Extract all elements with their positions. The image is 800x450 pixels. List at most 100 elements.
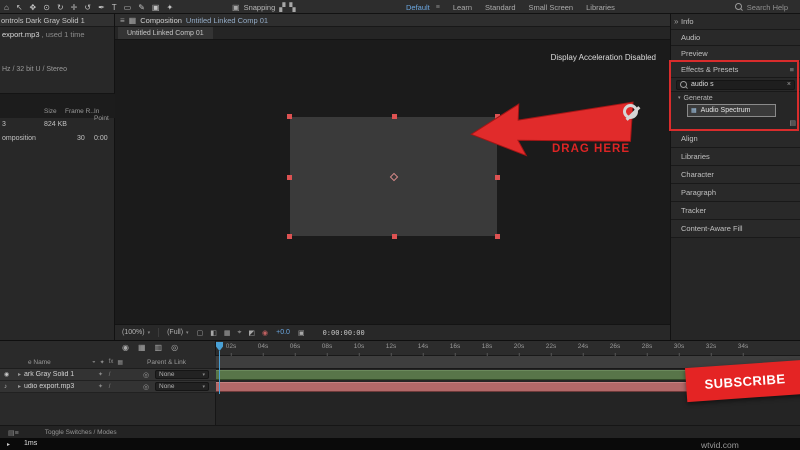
workspace-menu-icon[interactable]: ≡ (436, 4, 440, 11)
generate-group-row[interactable]: ▾ Generate (671, 92, 800, 104)
expand-layers-icon[interactable]: ▤ (8, 430, 15, 437)
collapse-layers-icon[interactable]: ≡ (15, 430, 19, 437)
column-in-point[interactable]: In Point (94, 108, 115, 122)
twirl-icon[interactable]: ▸ (18, 383, 21, 390)
transform-handle[interactable] (391, 234, 397, 239)
orbit-tool-icon[interactable]: ↻ (57, 3, 64, 12)
panel-tab[interactable]: Info (671, 14, 800, 30)
divider (158, 328, 160, 337)
tool-bar: ⌂ ↖ ✥ ⊙ ↻ ✛ ↺ ✒ T ▭ ✎ ▣ ✦ ▣ Snapping ▞ ▚ Default ≡ L… (0, 0, 800, 14)
fx-column-icon: fx (108, 359, 114, 365)
transform-handle[interactable] (287, 174, 292, 180)
time-ruler[interactable]: 02s 04s 06s 08s 10s 12s 14s 16s 18s 20s 22s 24s 26s 2… (216, 341, 800, 356)
selection-tool-icon[interactable]: ↖ (16, 3, 23, 12)
item-label: omposition (2, 135, 36, 142)
selected-solid-layer[interactable] (287, 114, 500, 239)
layer-row-audio[interactable]: ♪ ▸ udio export.mp3 ✦ / ◎ None ▾ (0, 381, 216, 393)
source-name-header[interactable]: e Name (28, 359, 51, 366)
transform-handle[interactable] (391, 114, 397, 119)
panel-tab[interactable]: Libraries (671, 148, 800, 166)
motion-blur-icon[interactable]: ◎ (171, 343, 178, 352)
panel-tab[interactable]: Tracker (671, 202, 800, 220)
panel-tab[interactable]: Audio (671, 30, 800, 46)
puppet-tool-icon[interactable]: ✦ (166, 3, 173, 12)
parent-dropdown[interactable]: None ▾ (155, 370, 209, 379)
layer-switches[interactable]: ✦ / (98, 383, 112, 390)
timeline-panel: ◉ ▦ ▥ ◎ e Name ◒ ✦ fx ▦ Parent & Link ◉ ▸ ark … (0, 340, 800, 450)
speaker-icon[interactable]: ♪ (4, 384, 13, 390)
transparency-grid-icon[interactable]: ◧ (210, 329, 217, 337)
pickwhip-icon[interactable]: ◎ (143, 383, 149, 391)
panel-tab[interactable]: Paragraph (671, 184, 800, 202)
effects-presets-tab[interactable]: Effects & Presets ≡ (671, 62, 800, 78)
snap-option-icon-2[interactable]: ▚ (289, 3, 295, 12)
current-view-icon[interactable]: ⌖ (237, 329, 241, 337)
magnification-dropdown[interactable]: (100%) ▾ (122, 329, 150, 336)
layer-row-solid[interactable]: ◉ ▸ ark Gray Solid 1 ✦ / ◎ None ▾ (0, 369, 216, 381)
anchor-point[interactable] (389, 172, 398, 181)
workspace-libraries[interactable]: Libraries (586, 3, 615, 12)
home-icon[interactable]: ⌂ (4, 3, 9, 12)
effect-controls-tab[interactable]: ontrols Dark Gray Solid 1 (0, 14, 114, 27)
clone-stamp-tool-icon[interactable]: ▣ (152, 3, 160, 12)
snap-option-icon-1[interactable]: ▞ (279, 3, 285, 12)
channels-icon[interactable]: ◉ (262, 329, 268, 337)
parent-dropdown[interactable]: None ▾ (155, 382, 209, 391)
draft-3d-icon[interactable]: ▦ (138, 343, 146, 352)
effects-search-field[interactable]: audio s × (676, 79, 795, 90)
layer-name[interactable]: ark Gray Solid 1 (24, 371, 74, 378)
collapse-panels-icon[interactable]: » (674, 17, 678, 26)
zoom-tool-icon[interactable]: ⊙ (43, 3, 50, 12)
comp-mini-flowchart-icon[interactable]: ◉ (122, 343, 129, 352)
brush-tool-icon[interactable]: ✎ (138, 3, 145, 12)
eye-icon[interactable]: ◉ (4, 371, 13, 378)
exposure-value[interactable]: +0.0 (276, 329, 290, 336)
frame-blend-icon[interactable]: ▥ (155, 343, 163, 352)
region-of-interest-icon[interactable]: ▢ (197, 329, 204, 337)
layer-name[interactable]: udio export.mp3 (24, 383, 74, 390)
panel-tab[interactable]: Character (671, 166, 800, 184)
panel-tab[interactable]: Align (671, 130, 800, 148)
pan-tool-icon[interactable]: ✛ (71, 3, 78, 12)
snapping-label[interactable]: Snapping (244, 3, 276, 12)
workspace-small-screen[interactable]: Small Screen (529, 3, 574, 12)
composition-panel-header[interactable]: ≡ ▦ Composition Untitled Linked Comp 01 (115, 14, 670, 27)
transform-handle[interactable] (287, 234, 292, 239)
audio-spectrum-effect[interactable]: ▦ Audio Spectrum (687, 104, 776, 117)
pen-tool-icon[interactable]: ✒ (98, 3, 105, 12)
twirl-down-icon[interactable]: ▾ (678, 95, 681, 101)
grid-guides-icon[interactable]: ▦ (224, 329, 231, 337)
parent-link-header[interactable]: Parent & Link (147, 359, 186, 366)
column-size[interactable]: Size (44, 108, 57, 115)
workspace-learn[interactable]: Learn (453, 3, 472, 12)
panel-tab[interactable]: Preview (671, 46, 800, 62)
panel-tab[interactable]: Content-Aware Fill (671, 220, 800, 238)
clear-search-icon[interactable]: × (787, 81, 791, 88)
composition-tab[interactable]: Untitled Linked Comp 01 (118, 27, 213, 39)
workspace-default[interactable]: Default (406, 3, 430, 12)
composition-viewport[interactable]: Display Acceleration Disabled DRAG HERE (115, 40, 670, 324)
effects-and-presets-panel: Effects & Presets ≡ audio s × ▾ Generate… (669, 60, 800, 131)
layer-switches[interactable]: ✦ / (98, 371, 112, 378)
panel-menu-icon[interactable]: ≡ (790, 65, 794, 74)
hand-tool-icon[interactable]: ✥ (30, 3, 37, 12)
twirl-icon[interactable]: ▸ (18, 371, 21, 378)
toggle-switches-button[interactable]: Toggle Switches / Modes (45, 429, 117, 436)
snapping-checkbox-icon[interactable]: ▣ (232, 3, 240, 12)
timecode[interactable]: 0:00:00:00 (323, 329, 365, 337)
transform-handle[interactable] (495, 234, 500, 239)
camera-icon[interactable]: ▣ (298, 329, 305, 337)
effects-search-row: audio s × (671, 78, 800, 92)
workspace-standard[interactable]: Standard (485, 3, 515, 12)
panel-menu-icon[interactable]: ≡ (120, 16, 125, 25)
resolution-dropdown[interactable]: (Full) ▾ (167, 329, 188, 336)
pickwhip-icon[interactable]: ◎ (143, 371, 149, 379)
transform-handle[interactable] (287, 114, 292, 119)
column-frame-rate[interactable]: Frame R... (65, 108, 96, 115)
transform-handle[interactable] (495, 174, 500, 180)
rectangle-tool-icon[interactable]: ▭ (124, 3, 132, 12)
type-tool-icon[interactable]: T (112, 3, 117, 12)
search-help-field[interactable]: Search Help (734, 0, 788, 14)
rotation-tool-icon[interactable]: ↺ (84, 3, 91, 12)
mask-visibility-icon[interactable]: ◩ (248, 329, 255, 337)
